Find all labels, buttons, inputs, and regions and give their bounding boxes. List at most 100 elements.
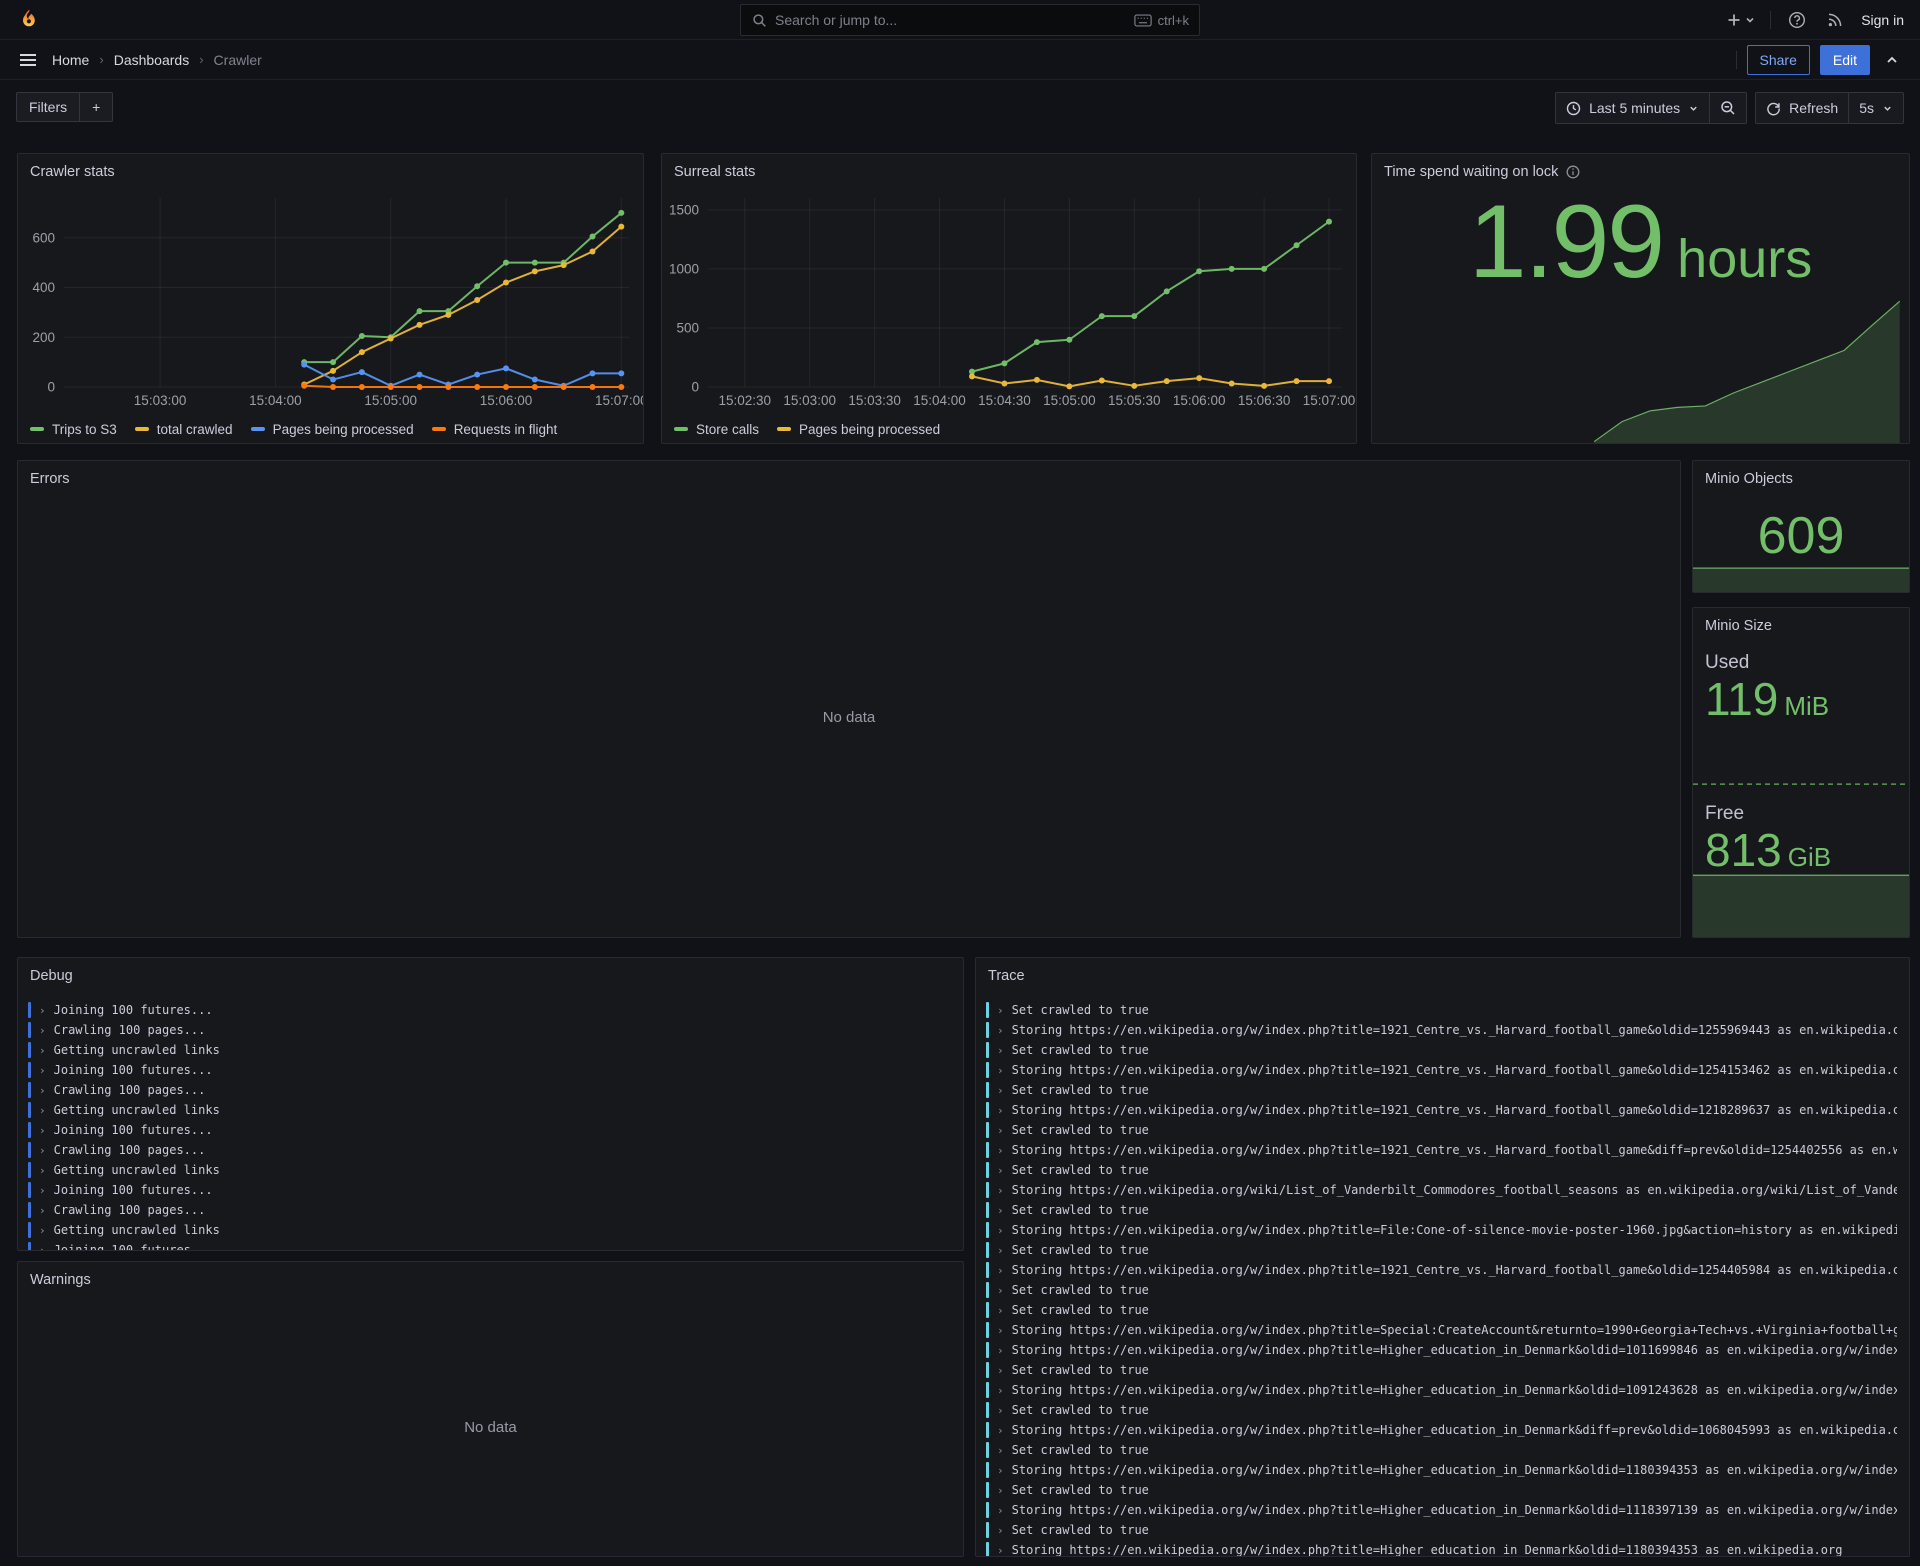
expand-caret-icon[interactable]: › [39, 1184, 46, 1197]
expand-caret-icon[interactable]: › [997, 1124, 1004, 1137]
expand-caret-icon[interactable]: › [39, 1164, 46, 1177]
expand-caret-icon[interactable]: › [997, 1444, 1004, 1457]
panel-title[interactable]: Trace [988, 968, 1025, 984]
expand-caret-icon[interactable]: › [39, 1024, 46, 1037]
refresh-interval-button[interactable]: 5s [1849, 92, 1904, 124]
log-level-bar [986, 1062, 989, 1078]
dashboard-controls: Filters + Last 5 minutes Refresh [0, 80, 1920, 131]
log-line: › Storing https://en.wikipedia.org/w/ind… [986, 1020, 1897, 1040]
log-level-bar [28, 1122, 31, 1138]
legend-label: total crawled [157, 422, 233, 437]
expand-caret-icon[interactable]: › [997, 1484, 1004, 1497]
log-line: › Storing https://en.wikipedia.org/w/ind… [986, 1060, 1897, 1080]
expand-caret-icon[interactable]: › [997, 1144, 1004, 1157]
legend-color-pill [432, 427, 446, 431]
expand-caret-icon[interactable]: › [39, 1124, 46, 1137]
expand-caret-icon[interactable]: › [997, 1184, 1004, 1197]
log-level-bar [986, 1382, 989, 1398]
svg-text:0: 0 [691, 380, 699, 395]
log-level-bar [28, 1182, 31, 1198]
chevron-up-icon[interactable] [1880, 48, 1904, 72]
svg-text:15:05:30: 15:05:30 [1108, 393, 1161, 408]
panel-title[interactable]: Errors [30, 471, 69, 487]
log-level-bar [986, 1142, 989, 1158]
expand-caret-icon[interactable]: › [997, 1084, 1004, 1097]
breadcrumb-dashboards[interactable]: Dashboards [114, 52, 190, 68]
expand-caret-icon[interactable]: › [997, 1364, 1004, 1377]
expand-caret-icon[interactable]: › [39, 1104, 46, 1117]
legend-item[interactable]: Trips to S3 [30, 422, 117, 437]
news-icon[interactable] [1823, 8, 1847, 32]
expand-caret-icon[interactable]: › [39, 1084, 46, 1097]
share-button[interactable]: Share [1747, 45, 1810, 75]
search-input[interactable] [775, 12, 1126, 28]
log-line: › Set crawled to true [986, 1080, 1897, 1100]
expand-caret-icon[interactable]: › [997, 1524, 1004, 1537]
log-line: › Set crawled to true [986, 1520, 1897, 1540]
legend-item[interactable]: Store calls [674, 422, 759, 437]
refresh-button[interactable]: Refresh [1755, 92, 1849, 124]
new-menu-button[interactable] [1726, 12, 1756, 28]
breadcrumb-separator: › [99, 52, 103, 67]
expand-caret-icon[interactable]: › [997, 1164, 1004, 1177]
legend-item[interactable]: Pages being processed [777, 422, 940, 437]
log-level-bar [986, 1342, 989, 1358]
filters-button[interactable]: Filters [16, 92, 80, 122]
time-lock-sparkline[interactable] [1372, 154, 1909, 443]
expand-caret-icon[interactable]: › [997, 1304, 1004, 1317]
expand-caret-icon[interactable]: › [997, 1264, 1004, 1277]
sign-in-button[interactable]: Sign in [1861, 12, 1904, 28]
expand-caret-icon[interactable]: › [39, 1204, 46, 1217]
expand-caret-icon[interactable]: › [997, 1044, 1004, 1057]
grafana-logo-icon[interactable] [16, 7, 42, 33]
crawler-stats-chart[interactable]: 020040060015:03:0015:04:0015:05:0015:06:… [18, 190, 643, 418]
hamburger-menu-icon[interactable] [16, 48, 40, 72]
legend-item[interactable]: total crawled [135, 422, 233, 437]
time-range-button[interactable]: Last 5 minutes [1555, 92, 1710, 124]
log-line: › Storing https://en.wikipedia.org/w/ind… [986, 1260, 1897, 1280]
expand-caret-icon[interactable]: › [997, 1324, 1004, 1337]
edit-button[interactable]: Edit [1820, 45, 1870, 75]
expand-caret-icon[interactable]: › [997, 1064, 1004, 1077]
expand-caret-icon[interactable]: › [997, 1284, 1004, 1297]
trace-log-list[interactable]: › Set crawled to true › Storing https://… [976, 994, 1909, 1556]
panel-title[interactable]: Crawler stats [30, 164, 115, 180]
legend-item[interactable]: Requests in flight [432, 422, 558, 437]
zoom-out-button[interactable] [1710, 92, 1747, 124]
help-icon[interactable] [1785, 8, 1809, 32]
panel-title[interactable]: Surreal stats [674, 164, 755, 180]
expand-caret-icon[interactable]: › [997, 1024, 1004, 1037]
expand-caret-icon[interactable]: › [997, 1544, 1004, 1557]
panel-title[interactable]: Warnings [30, 1272, 91, 1288]
expand-caret-icon[interactable]: › [39, 1064, 46, 1077]
add-filter-button[interactable]: + [80, 92, 113, 122]
panel-title[interactable]: Debug [30, 968, 73, 984]
log-line: › Joining 100 futures... [28, 1180, 951, 1200]
legend-label: Requests in flight [454, 422, 558, 437]
log-level-bar [986, 1542, 989, 1556]
legend-item[interactable]: Pages being processed [251, 422, 414, 437]
expand-caret-icon[interactable]: › [997, 1464, 1004, 1477]
expand-caret-icon[interactable]: › [997, 1424, 1004, 1437]
log-level-bar [28, 1242, 31, 1250]
expand-caret-icon[interactable]: › [997, 1504, 1004, 1517]
surreal-stats-chart[interactable]: 05001000150015:02:3015:03:0015:03:3015:0… [662, 190, 1356, 418]
breadcrumb-home[interactable]: Home [52, 52, 89, 68]
expand-caret-icon[interactable]: › [39, 1044, 46, 1057]
expand-caret-icon[interactable]: › [997, 1204, 1004, 1217]
debug-log-list[interactable]: › Joining 100 futures... › Crawling 100 … [18, 994, 963, 1250]
expand-caret-icon[interactable]: › [997, 1244, 1004, 1257]
expand-caret-icon[interactable]: › [39, 1224, 46, 1237]
crawler-stats-legend: Trips to S3 total crawled Pages being proc… [18, 418, 643, 444]
log-line: › Set crawled to true [986, 1480, 1897, 1500]
expand-caret-icon[interactable]: › [997, 1004, 1004, 1017]
expand-caret-icon[interactable]: › [997, 1344, 1004, 1357]
expand-caret-icon[interactable]: › [997, 1404, 1004, 1417]
expand-caret-icon[interactable]: › [39, 1244, 46, 1251]
expand-caret-icon[interactable]: › [997, 1384, 1004, 1397]
expand-caret-icon[interactable]: › [997, 1104, 1004, 1117]
expand-caret-icon[interactable]: › [39, 1144, 46, 1157]
expand-caret-icon[interactable]: › [39, 1004, 46, 1017]
panel-errors: Errors No data [17, 460, 1681, 938]
expand-caret-icon[interactable]: › [997, 1224, 1004, 1237]
